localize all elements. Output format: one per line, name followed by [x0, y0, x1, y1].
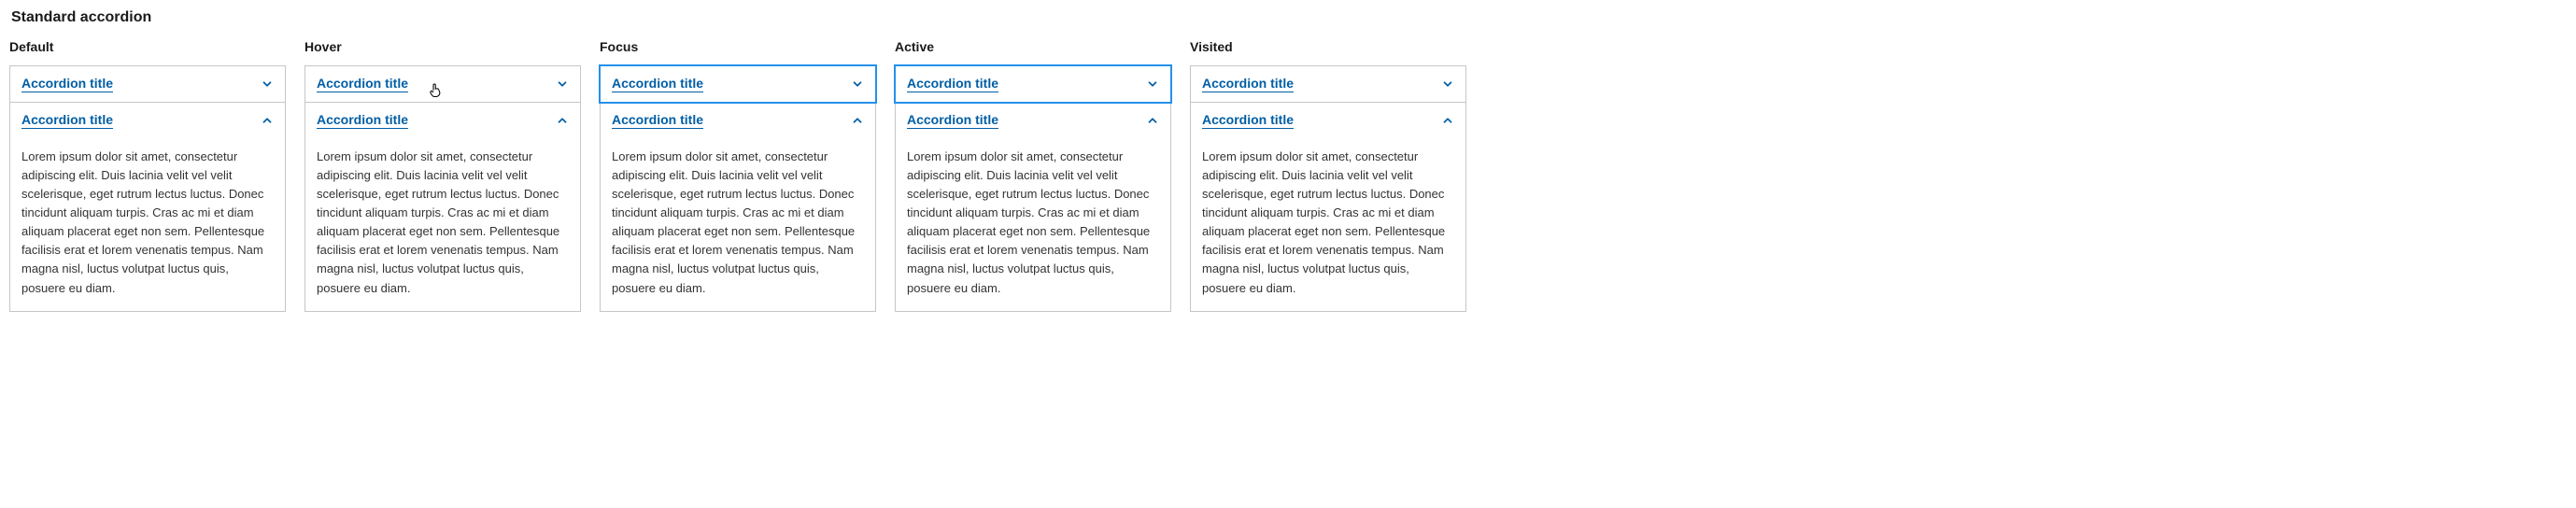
cursor-hand-icon [428, 81, 445, 98]
accordion-title: Accordion title [1202, 76, 1294, 92]
chevron-down-icon [1146, 78, 1159, 91]
accordion-item: Accordion title [9, 65, 286, 103]
accordion-toggle[interactable]: Accordion title [1191, 66, 1465, 102]
accordion-title: Accordion title [317, 112, 408, 129]
accordion-title: Accordion title [21, 112, 113, 129]
chevron-up-icon [556, 114, 569, 127]
accordion-title: Accordion title [907, 76, 998, 92]
accordion-toggle[interactable]: Accordion title [601, 66, 875, 102]
accordion-item: Accordion title [895, 65, 1171, 103]
state-column-active: Active Accordion title Accordion title L… [895, 39, 1171, 312]
state-label: Default [9, 39, 286, 54]
chevron-up-icon [851, 114, 864, 127]
accordion-state-row: Default Accordion title Accordion title … [9, 39, 1466, 312]
state-column-default: Default Accordion title Accordion title … [9, 39, 286, 312]
state-label: Focus [600, 39, 876, 54]
accordion-item: Accordion title [1190, 65, 1466, 103]
accordion-item: Accordion title Lorem ipsum dolor sit am… [304, 103, 581, 312]
chevron-down-icon [851, 78, 864, 91]
accordion-toggle[interactable]: Accordion title [305, 103, 580, 138]
accordion-toggle[interactable]: Accordion title [896, 66, 1170, 102]
accordion-item: Accordion title [304, 65, 581, 103]
state-label: Visited [1190, 39, 1466, 54]
accordion-item: Accordion title Lorem ipsum dolor sit am… [9, 103, 286, 312]
accordion-toggle[interactable]: Accordion title [601, 103, 875, 138]
state-label: Hover [304, 39, 581, 54]
chevron-down-icon [1441, 78, 1454, 91]
accordion-body: Lorem ipsum dolor sit amet, consectetur … [10, 138, 285, 311]
page-title: Standard accordion [11, 9, 1466, 26]
accordion-body: Lorem ipsum dolor sit amet, consectetur … [601, 138, 875, 311]
accordion-body: Lorem ipsum dolor sit amet, consectetur … [1191, 138, 1465, 311]
state-column-visited: Visited Accordion title Accordion title … [1190, 39, 1466, 312]
accordion-title: Accordion title [612, 76, 703, 92]
state-column-focus: Focus Accordion title Accordion title Lo… [600, 39, 876, 312]
accordion-body: Lorem ipsum dolor sit amet, consectetur … [305, 138, 580, 311]
accordion-title: Accordion title [907, 112, 998, 129]
accordion-title: Accordion title [317, 76, 408, 92]
accordion-item: Accordion title Lorem ipsum dolor sit am… [895, 103, 1171, 312]
accordion-title: Accordion title [612, 112, 703, 129]
accordion-toggle[interactable]: Accordion title [305, 66, 580, 102]
chevron-up-icon [1441, 114, 1454, 127]
chevron-up-icon [1146, 114, 1159, 127]
accordion-toggle[interactable]: Accordion title [1191, 103, 1465, 138]
accordion-toggle[interactable]: Accordion title [896, 103, 1170, 138]
accordion-title: Accordion title [21, 76, 113, 92]
accordion-item: Accordion title Lorem ipsum dolor sit am… [1190, 103, 1466, 312]
state-label: Active [895, 39, 1171, 54]
accordion-title: Accordion title [1202, 112, 1294, 129]
chevron-down-icon [556, 78, 569, 91]
chevron-up-icon [261, 114, 274, 127]
accordion-item: Accordion title Lorem ipsum dolor sit am… [600, 103, 876, 312]
accordion-toggle[interactable]: Accordion title [10, 103, 285, 138]
state-column-hover: Hover Accordion title Accordion [304, 39, 581, 312]
accordion-body: Lorem ipsum dolor sit amet, consectetur … [896, 138, 1170, 311]
chevron-down-icon [261, 78, 274, 91]
accordion-item: Accordion title [600, 65, 876, 103]
accordion-toggle[interactable]: Accordion title [10, 66, 285, 102]
